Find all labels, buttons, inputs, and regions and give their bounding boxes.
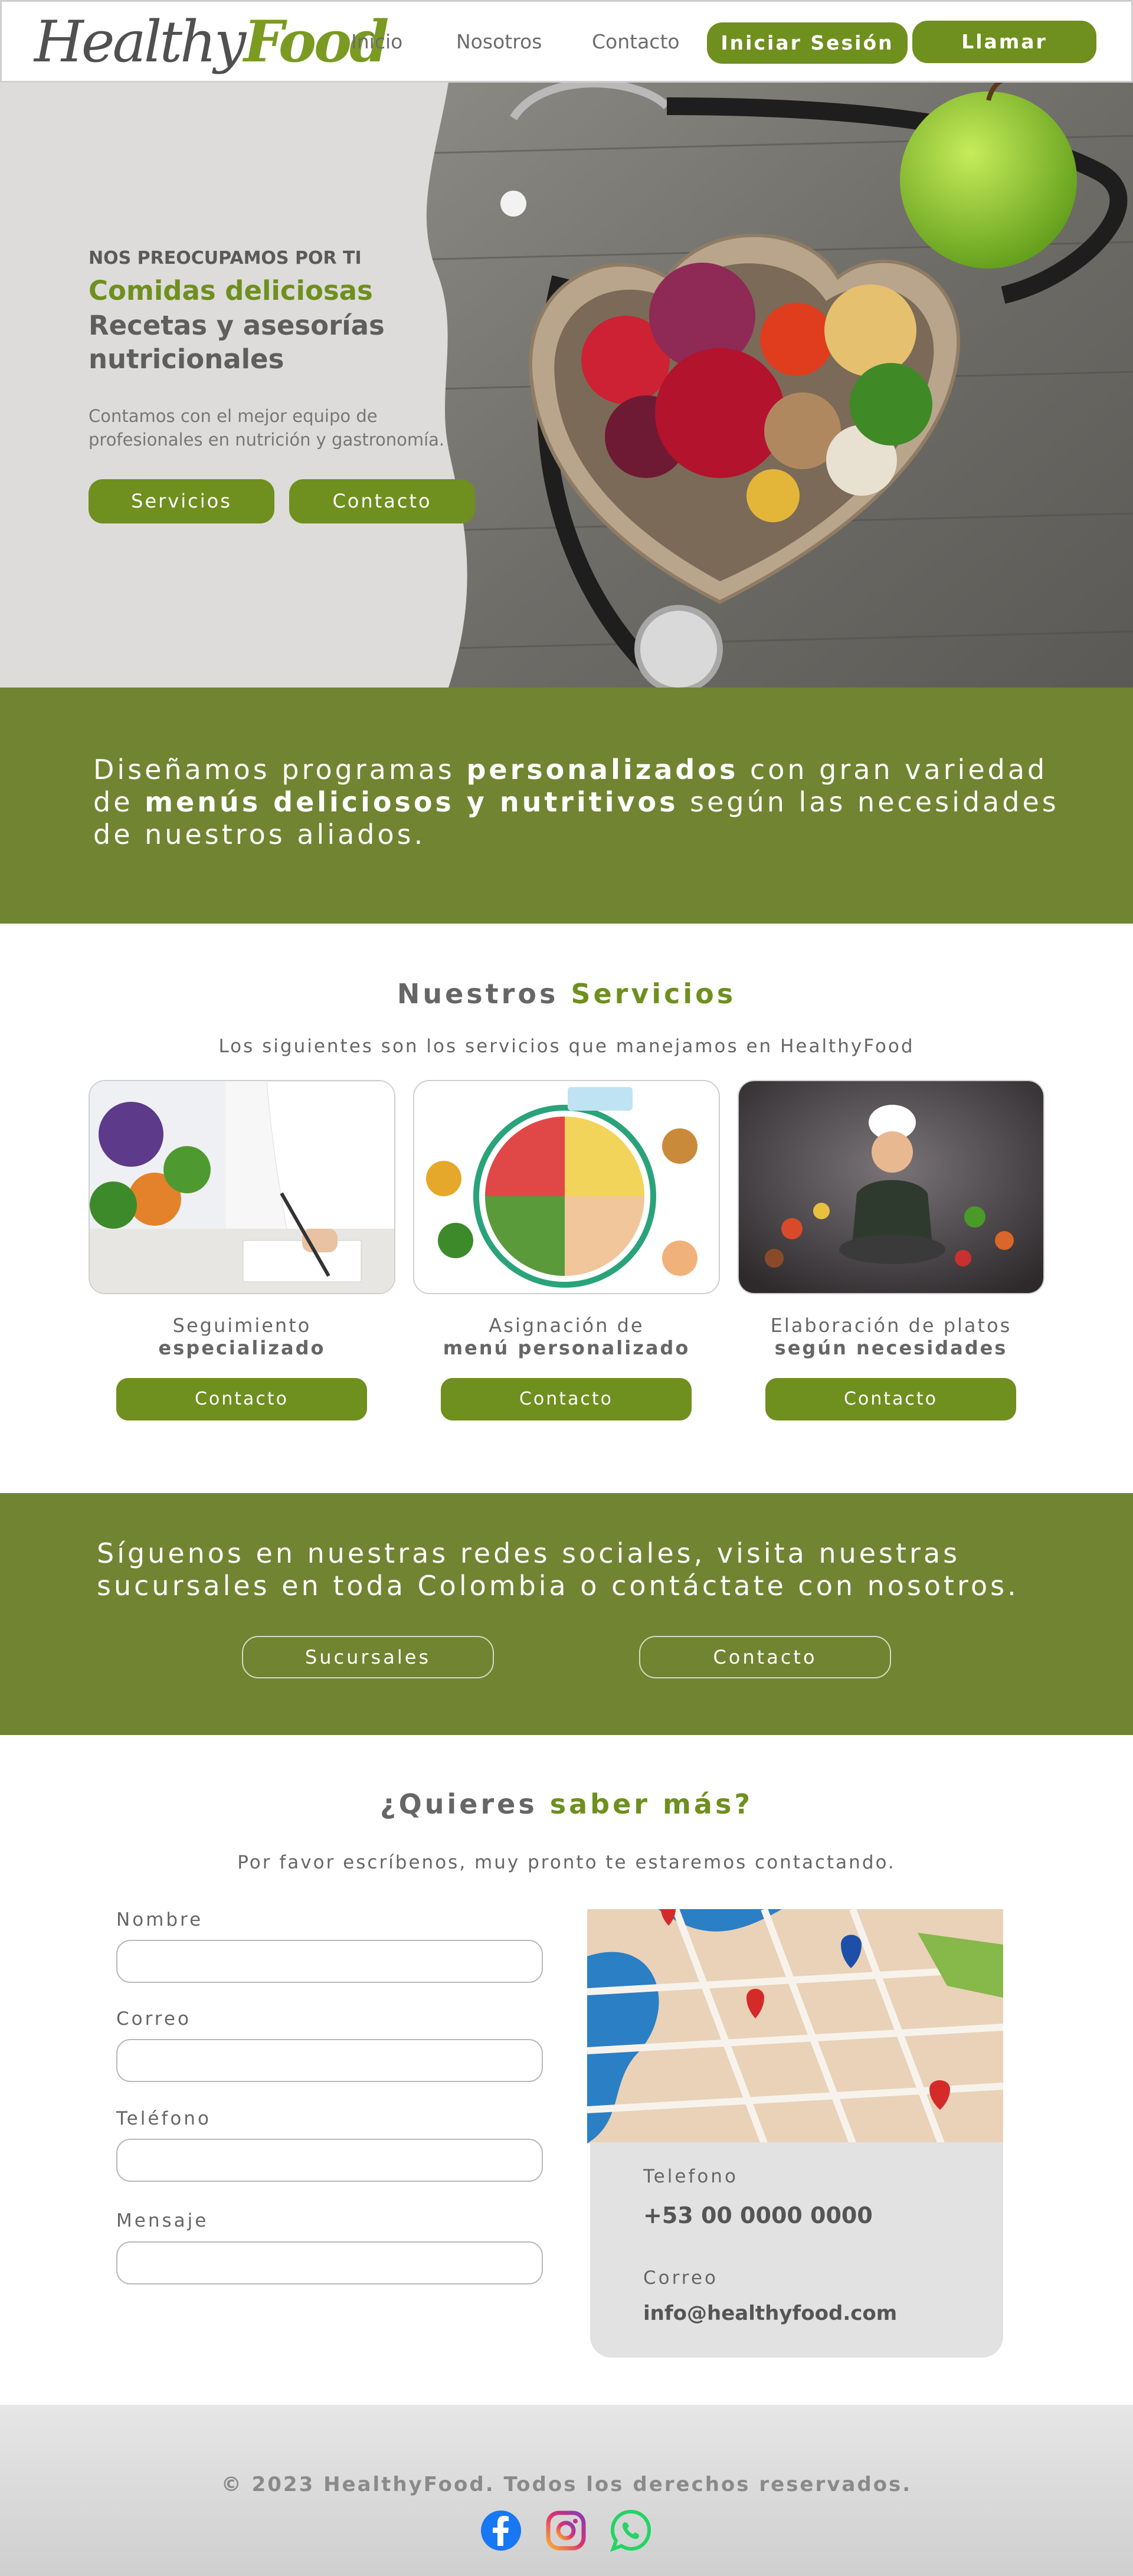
service-title-asignacion: Asignación de menú personalizado <box>413 1314 720 1359</box>
info-email-label: Correo <box>643 2267 718 2289</box>
service-title-line2: especializado <box>158 1337 326 1359</box>
footer: © 2023 HealthyFood. Todos los derechos r… <box>0 2405 1133 2576</box>
contact-info-card: Telefono +53 00 0000 0000 Correo info@he… <box>590 2142 1003 2358</box>
hero-kicker: NOS PREOCUPAMOS POR TI <box>89 248 362 269</box>
banner-contact-button[interactable]: Contacto <box>639 1636 891 1678</box>
info-phone-label: Telefono <box>643 2166 738 2187</box>
hero-title-gray: Recetas y asesorías nutricionales <box>89 310 385 375</box>
contact-title-b: saber más? <box>549 1788 754 1820</box>
facebook-icon[interactable] <box>480 2509 522 2552</box>
copyright-text: © 2023 HealthyFood. Todos los derechos r… <box>221 2473 912 2496</box>
whatsapp-icon[interactable] <box>610 2509 652 2552</box>
hero-image-heart-food-stethoscope <box>413 83 1133 688</box>
email-label: Correo <box>116 2008 191 2030</box>
name-input[interactable] <box>116 1940 543 1983</box>
info-phone-value[interactable]: +53 00 0000 0000 <box>643 2202 873 2228</box>
instagram-icon[interactable] <box>545 2509 587 2552</box>
contact-subtitle: Por favor escríbenos, muy pronto te esta… <box>237 1852 896 1873</box>
services-title-a: Nuestros <box>397 978 559 1010</box>
service-title-line2: según necesidades <box>774 1337 1008 1359</box>
services-subtitle: Los siguientes son los servicios que man… <box>218 1036 915 1057</box>
brand-logo[interactable]: HealthyFood <box>34 6 389 77</box>
service-title-line1: Asignación de <box>489 1314 644 1337</box>
service-title-seguimiento: Seguimiento especializado <box>89 1314 395 1359</box>
service-title-line1: Seguimiento <box>172 1314 312 1337</box>
message-input[interactable] <box>116 2241 543 2284</box>
service-contact-button-2[interactable]: Contacto <box>441 1378 692 1420</box>
hero-description: Contamos con el mejor equipo de profesio… <box>89 406 445 450</box>
contact-section: ¿Quieres saber más? Por favor escríbenos… <box>0 1735 1133 2405</box>
hero-section: NOS PREOCUPAMOS POR TI Comidas deliciosa… <box>0 83 1133 688</box>
service-contact-button-1[interactable]: Contacto <box>116 1378 367 1420</box>
hero-title-green: Comidas deliciosas <box>89 275 373 306</box>
navbar: HealthyFood Inicio Nosotros Contacto Ini… <box>0 0 1133 83</box>
call-button[interactable]: Llamar <box>912 21 1096 63</box>
services-title: Nuestros Servicios <box>0 978 1133 1010</box>
service-title-elaboracion: Elaboración de platos según necesidades <box>738 1314 1044 1359</box>
nav-link-contacto[interactable]: Contacto <box>592 30 680 53</box>
service-image-menu-plate <box>413 1080 720 1294</box>
info-email-value[interactable]: info@healthyfood.com <box>643 2302 897 2325</box>
services-section: Nuestros Servicios Los siguientes son lo… <box>0 924 1133 1493</box>
social-banner-text: Síguenos en nuestras redes sociales, vis… <box>97 1537 1019 1602</box>
phone-input[interactable] <box>116 2139 543 2182</box>
service-image-chef <box>738 1080 1044 1294</box>
login-button[interactable]: Iniciar Sesión <box>707 22 908 64</box>
branches-button[interactable]: Sucursales <box>242 1636 494 1678</box>
service-image-nutritionist <box>89 1080 395 1294</box>
programs-banner: Diseñamos programas personalizados con g… <box>0 688 1133 924</box>
social-banner: Síguenos en nuestras redes sociales, vis… <box>0 1493 1133 1735</box>
banner-text-part: Diseñamos programas <box>93 754 467 785</box>
contact-title-a: ¿Quieres <box>379 1788 538 1820</box>
message-label: Mensaje <box>116 2210 209 2231</box>
service-title-line2: menú personalizado <box>443 1337 690 1359</box>
hero-services-button[interactable]: Servicios <box>89 479 274 523</box>
services-title-b: Servicios <box>571 978 736 1010</box>
phone-label: Teléfono <box>116 2108 211 2129</box>
name-label: Nombre <box>116 1909 204 1930</box>
contact-title: ¿Quieres saber más? <box>0 1788 1133 1820</box>
banner-bold-personalizados: personalizados <box>466 754 739 785</box>
service-contact-button-3[interactable]: Contacto <box>765 1378 1016 1420</box>
hero-contact-button[interactable]: Contacto <box>289 479 475 523</box>
programs-banner-text: Diseñamos programas personalizados con g… <box>93 754 1073 851</box>
nav-link-nosotros[interactable]: Nosotros <box>456 30 542 53</box>
service-title-line1: Elaboración de platos <box>770 1314 1012 1337</box>
logo-text-healthy: Healthy <box>34 9 246 75</box>
email-input[interactable] <box>116 2039 543 2082</box>
banner-bold-menus: menús deliciosos y nutritivos <box>145 786 679 818</box>
nav-link-inicio[interactable]: Inicio <box>351 30 402 53</box>
location-map-image[interactable] <box>587 1909 1003 2143</box>
